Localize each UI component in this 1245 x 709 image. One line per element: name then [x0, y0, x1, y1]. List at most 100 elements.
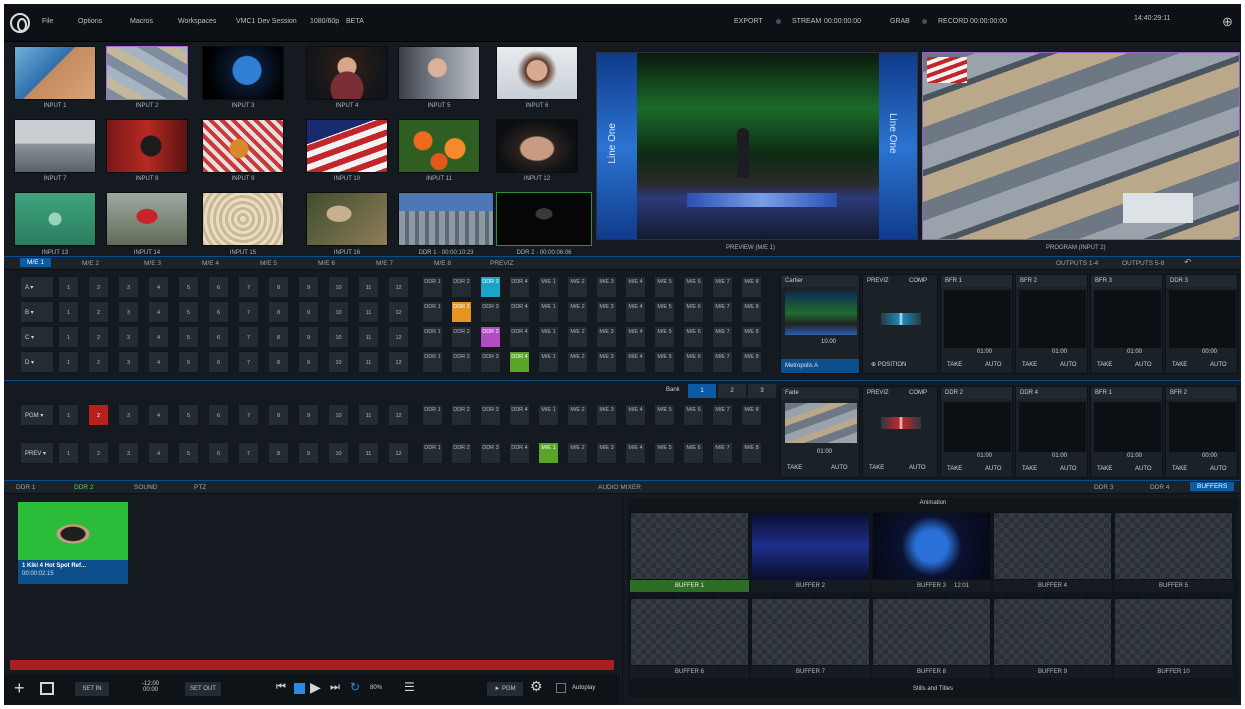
tab-me-6[interactable]: M/E 6 [318, 260, 335, 267]
globe-icon[interactable]: ⊕ [1222, 14, 1233, 30]
me_rows-row-1-source-7[interactable]: M/E 3 [596, 301, 617, 323]
me_rows-row-3-input-8[interactable]: 8 [268, 351, 289, 373]
tab-me-7[interactable]: M/E 7 [376, 260, 393, 267]
me_rows-row-0-source-2[interactable]: DDR 2 [451, 276, 472, 298]
me_rows-row-2-input-7[interactable]: 7 [238, 326, 259, 348]
me_rows-row-2-input-11[interactable]: 11 [358, 326, 379, 348]
menu-workspaces[interactable]: Workspaces [178, 18, 216, 25]
tab-previz[interactable]: PREVIZ [490, 260, 513, 267]
ddr-clip-thumbnail[interactable] [18, 502, 128, 560]
main_rows-row-0-source-9[interactable]: M/E 5 [654, 404, 675, 426]
me_rows-row-0-source-4[interactable]: DDR 4 [509, 276, 530, 298]
me_rows-row-0-input-2[interactable]: 2 [88, 276, 109, 298]
me-transition-name[interactable]: Cartier [781, 275, 859, 287]
me-comp-button[interactable]: COMP [909, 278, 927, 284]
me_rows-row-2-source-12[interactable]: M/E 8 [741, 326, 762, 348]
main_rows-row-1-source-8[interactable]: M/E 4 [625, 442, 646, 464]
dsk_top-slot-4-name[interactable]: DDR 3 [1166, 275, 1237, 287]
me_rows-row-2-selector[interactable]: C ▾ [20, 326, 54, 348]
dsk_top-slot-4-auto-button[interactable]: AUTO [1210, 362, 1227, 368]
tab-me-1[interactable]: M/E 1 [20, 258, 51, 267]
me_rows-row-1-source-9[interactable]: M/E 5 [654, 301, 675, 323]
tab-me-4[interactable]: M/E 4 [202, 260, 219, 267]
main_rows-row-0-selector[interactable]: PGM ▾ [20, 404, 54, 426]
main_rows-row-1-source-3[interactable]: DDR 3 [480, 442, 501, 464]
main_rows-row-1-input-2[interactable]: 2 [88, 442, 109, 464]
record-button[interactable]: RECORD [938, 18, 968, 25]
main-tbar-auto-button[interactable]: AUTO [909, 465, 926, 471]
me_rows-row-0-source-6[interactable]: M/E 2 [567, 276, 588, 298]
dsk_top-slot-1-name[interactable]: BFR 1 [941, 275, 1012, 287]
settings-gear-icon[interactable]: ⚙ [530, 678, 543, 695]
dsk_bottom-slot-1-take-button[interactable]: TAKE [947, 466, 962, 472]
me_rows-row-1-input-11[interactable]: 11 [358, 301, 379, 323]
me_rows-row-1-source-5[interactable]: M/E 1 [538, 301, 559, 323]
me_rows-row-1-input-1[interactable]: 1 [58, 301, 79, 323]
outputs-1-4-button[interactable]: OUTPUTS 1-4 [1056, 260, 1098, 267]
me_rows-row-3-input-5[interactable]: 5 [178, 351, 199, 373]
me_rows-row-3-selector[interactable]: D ▾ [20, 351, 54, 373]
main_rows-row-0-input-1[interactable]: 1 [58, 404, 79, 426]
me_rows-row-1-input-4[interactable]: 4 [148, 301, 169, 323]
me_rows-row-2-source-3[interactable]: DDR 3 [480, 326, 501, 348]
me_rows-row-1-source-8[interactable]: M/E 4 [625, 301, 646, 323]
input-7-thumbnail[interactable] [14, 119, 96, 173]
me_rows-row-0-input-4[interactable]: 4 [148, 276, 169, 298]
me_rows-row-3-input-3[interactable]: 3 [118, 351, 139, 373]
menu-options[interactable]: Options [78, 18, 102, 25]
dsk_top-slot-1-take-button[interactable]: TAKE [947, 362, 962, 368]
me_rows-row-1-input-8[interactable]: 8 [268, 301, 289, 323]
input-8-thumbnail[interactable] [106, 119, 188, 173]
me_rows-row-2-source-1[interactable]: DDR 1 [422, 326, 443, 348]
dsk_bottom-slot-1-time[interactable]: 01:00 [977, 453, 992, 459]
main_rows-row-1-input-8[interactable]: 8 [268, 442, 289, 464]
menu-file[interactable]: File [42, 18, 53, 25]
me_rows-row-1-input-6[interactable]: 6 [208, 301, 229, 323]
me_rows-row-2-input-9[interactable]: 9 [298, 326, 319, 348]
me_rows-row-1-input-2[interactable]: 2 [88, 301, 109, 323]
main_rows-row-1-source-7[interactable]: M/E 3 [596, 442, 617, 464]
me_rows-row-0-input-1[interactable]: 1 [58, 276, 79, 298]
dsk_bottom-slot-3-take-button[interactable]: TAKE [1097, 466, 1112, 472]
buffer-3-slot[interactable] [872, 512, 991, 580]
main-tbar-handle[interactable] [881, 417, 921, 429]
main_rows-row-0-input-9[interactable]: 9 [298, 404, 319, 426]
main_rows-row-0-input-7[interactable]: 7 [238, 404, 259, 426]
tab-ddr-2[interactable]: DDR 2 [74, 484, 94, 491]
input-1-thumbnail[interactable] [14, 46, 96, 100]
dsk_bottom-slot-3-auto-button[interactable]: AUTO [1135, 466, 1152, 472]
me_rows-row-3-source-5[interactable]: M/E 1 [538, 351, 559, 373]
main_rows-row-1-source-4[interactable]: DDR 4 [509, 442, 530, 464]
tab-ddr-3[interactable]: DDR 3 [1094, 484, 1114, 491]
me_rows-row-1-input-9[interactable]: 9 [298, 301, 319, 323]
main_rows-row-1-source-9[interactable]: M/E 5 [654, 442, 675, 464]
input-9-thumbnail[interactable] [202, 119, 284, 173]
me_rows-row-2-input-5[interactable]: 5 [178, 326, 199, 348]
me_rows-row-1-input-10[interactable]: 10 [328, 301, 349, 323]
input-10-thumbnail[interactable] [306, 119, 388, 173]
input-16-thumbnail[interactable] [306, 192, 388, 246]
stream-button[interactable]: STREAM [792, 18, 821, 25]
dsk_bottom-slot-2-take-button[interactable]: TAKE [1022, 466, 1037, 472]
buffer-9-slot[interactable] [993, 598, 1112, 666]
me_rows-row-2-input-12[interactable]: 12 [388, 326, 409, 348]
dsk_bottom-slot-3-time[interactable]: 01:00 [1127, 453, 1142, 459]
playlist-icon[interactable] [40, 682, 54, 695]
set-out-button[interactable]: SET OUT [184, 681, 222, 697]
buffer-2-slot[interactable] [751, 512, 870, 580]
main_rows-row-1-source-6[interactable]: M/E 2 [567, 442, 588, 464]
me_rows-row-3-source-1[interactable]: DDR 1 [422, 351, 443, 373]
dsk_bottom-slot-4-auto-button[interactable]: AUTO [1210, 466, 1227, 472]
me_rows-row-2-source-11[interactable]: M/E 7 [712, 326, 733, 348]
loop-icon[interactable]: ↻ [350, 680, 360, 694]
tab-ddr-1[interactable]: DDR 1 [16, 484, 36, 491]
main_rows-row-0-source-6[interactable]: M/E 2 [567, 404, 588, 426]
me_rows-row-0-input-10[interactable]: 10 [328, 276, 349, 298]
main_rows-row-1-source-12[interactable]: M/E 8 [741, 442, 762, 464]
tab-sound[interactable]: SOUND [134, 484, 157, 491]
me_rows-row-2-input-4[interactable]: 4 [148, 326, 169, 348]
me_rows-row-1-source-4[interactable]: DDR 4 [509, 301, 530, 323]
main-transition-time[interactable]: 01:00 [817, 449, 832, 455]
grab-button[interactable]: GRAB [890, 18, 910, 25]
me_rows-row-3-source-12[interactable]: M/E 8 [741, 351, 762, 373]
